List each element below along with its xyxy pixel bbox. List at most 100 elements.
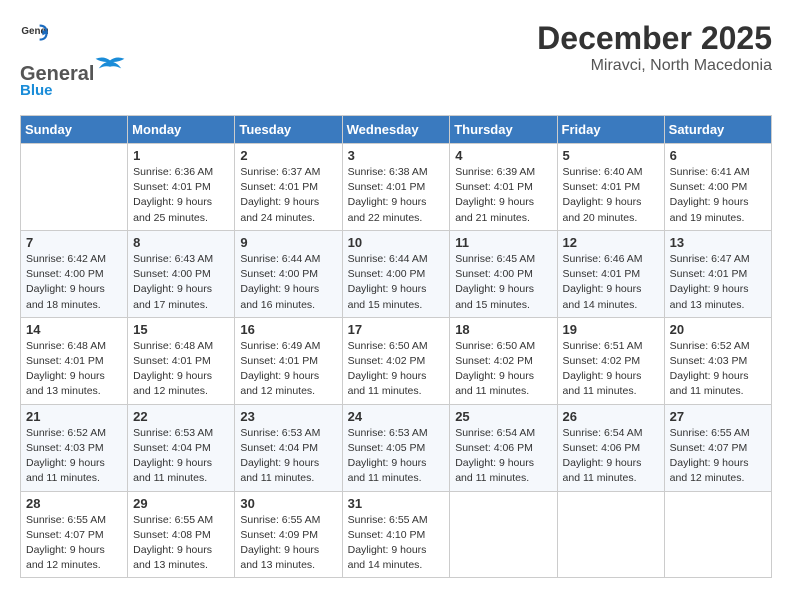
day-number: 30 bbox=[240, 496, 336, 511]
day-number: 28 bbox=[26, 496, 122, 511]
calendar-cell: 26 Sunrise: 6:54 AMSunset: 4:06 PMDayligh… bbox=[557, 404, 664, 491]
calendar-cell: 15 Sunrise: 6:48 AMSunset: 4:01 PMDayligh… bbox=[128, 317, 235, 404]
calendar-cell: 12 Sunrise: 6:46 AMSunset: 4:01 PMDayligh… bbox=[557, 230, 664, 317]
calendar-cell: 17 Sunrise: 6:50 AMSunset: 4:02 PMDayligh… bbox=[342, 317, 450, 404]
day-info: Sunrise: 6:38 AMSunset: 4:01 PMDaylight:… bbox=[348, 165, 445, 226]
day-number: 6 bbox=[670, 148, 766, 163]
day-number: 26 bbox=[563, 409, 659, 424]
day-info: Sunrise: 6:44 AMSunset: 4:00 PMDaylight:… bbox=[348, 252, 445, 313]
logo-icon: General bbox=[20, 20, 48, 48]
calendar-cell: 25 Sunrise: 6:54 AMSunset: 4:06 PMDayligh… bbox=[450, 404, 557, 491]
calendar-week-2: 7 Sunrise: 6:42 AMSunset: 4:00 PMDaylight… bbox=[21, 230, 772, 317]
day-number: 21 bbox=[26, 409, 122, 424]
calendar-cell: 5 Sunrise: 6:40 AMSunset: 4:01 PMDaylight… bbox=[557, 144, 664, 231]
day-number: 13 bbox=[670, 235, 766, 250]
day-number: 18 bbox=[455, 322, 551, 337]
calendar-cell: 30 Sunrise: 6:55 AMSunset: 4:09 PMDayligh… bbox=[235, 491, 342, 578]
calendar-cell: 6Sunrise: 6:41 AMSunset: 4:00 PMDaylight… bbox=[664, 144, 771, 231]
calendar-cell: 4Sunrise: 6:39 AMSunset: 4:01 PMDaylight… bbox=[450, 144, 557, 231]
day-header-saturday: Saturday bbox=[664, 116, 771, 144]
day-number: 11 bbox=[455, 235, 551, 250]
day-header-sunday: Sunday bbox=[21, 116, 128, 144]
day-info: Sunrise: 6:36 AMSunset: 4:01 PMDaylight:… bbox=[133, 165, 229, 226]
calendar-cell: 23Sunrise: 6:53 AMSunset: 4:04 PMDayligh… bbox=[235, 404, 342, 491]
title-block: December 2025 Miravci, North Macedonia bbox=[537, 20, 772, 75]
calendar-week-3: 14 Sunrise: 6:48 AMSunset: 4:01 PMDayligh… bbox=[21, 317, 772, 404]
calendar-cell: 7 Sunrise: 6:42 AMSunset: 4:00 PMDaylight… bbox=[21, 230, 128, 317]
calendar-header-row: SundayMondayTuesdayWednesdayThursdayFrid… bbox=[21, 116, 772, 144]
day-number: 8 bbox=[133, 235, 229, 250]
calendar-cell bbox=[557, 491, 664, 578]
day-number: 17 bbox=[348, 322, 445, 337]
calendar-cell: 2Sunrise: 6:37 AMSunset: 4:01 PMDaylight… bbox=[235, 144, 342, 231]
calendar-cell: 13Sunrise: 6:47 AMSunset: 4:01 PMDayligh… bbox=[664, 230, 771, 317]
day-number: 23 bbox=[240, 409, 336, 424]
day-header-tuesday: Tuesday bbox=[235, 116, 342, 144]
day-number: 7 bbox=[26, 235, 122, 250]
day-number: 31 bbox=[348, 496, 445, 511]
day-info: Sunrise: 6:52 AMSunset: 4:03 PMDaylight:… bbox=[670, 339, 766, 400]
page-header: General General Blue December 2025 Mirav… bbox=[20, 20, 772, 99]
day-number: 14 bbox=[26, 322, 122, 337]
calendar-cell: 20Sunrise: 6:52 AMSunset: 4:03 PMDayligh… bbox=[664, 317, 771, 404]
day-info: Sunrise: 6:53 AMSunset: 4:05 PMDaylight:… bbox=[348, 426, 445, 487]
day-info: Sunrise: 6:48 AMSunset: 4:01 PMDaylight:… bbox=[133, 339, 229, 400]
calendar-cell: 3Sunrise: 6:38 AMSunset: 4:01 PMDaylight… bbox=[342, 144, 450, 231]
day-number: 5 bbox=[563, 148, 659, 163]
day-info: Sunrise: 6:51 AMSunset: 4:02 PMDaylight:… bbox=[563, 339, 659, 400]
day-info: Sunrise: 6:50 AMSunset: 4:02 PMDaylight:… bbox=[455, 339, 551, 400]
day-number: 19 bbox=[563, 322, 659, 337]
day-info: Sunrise: 6:49 AMSunset: 4:01 PMDaylight:… bbox=[240, 339, 336, 400]
month-year-title: December 2025 bbox=[537, 20, 772, 57]
calendar-cell: 9 Sunrise: 6:44 AMSunset: 4:00 PMDaylight… bbox=[235, 230, 342, 317]
calendar-cell: 19 Sunrise: 6:51 AMSunset: 4:02 PMDayligh… bbox=[557, 317, 664, 404]
calendar-cell: 1 Sunrise: 6:36 AMSunset: 4:01 PMDaylight… bbox=[128, 144, 235, 231]
day-info: Sunrise: 6:42 AMSunset: 4:00 PMDaylight:… bbox=[26, 252, 122, 313]
day-info: Sunrise: 6:45 AMSunset: 4:00 PMDaylight:… bbox=[455, 252, 551, 313]
calendar-cell: 28 Sunrise: 6:55 AMSunset: 4:07 PMDayligh… bbox=[21, 491, 128, 578]
day-info: Sunrise: 6:40 AMSunset: 4:01 PMDaylight:… bbox=[563, 165, 659, 226]
day-number: 25 bbox=[455, 409, 551, 424]
day-info: Sunrise: 6:44 AMSunset: 4:00 PMDaylight:… bbox=[240, 252, 336, 313]
day-number: 1 bbox=[133, 148, 229, 163]
day-header-monday: Monday bbox=[128, 116, 235, 144]
calendar-cell bbox=[664, 491, 771, 578]
day-info: Sunrise: 6:50 AMSunset: 4:02 PMDaylight:… bbox=[348, 339, 445, 400]
day-number: 9 bbox=[240, 235, 336, 250]
day-info: Sunrise: 6:54 AMSunset: 4:06 PMDaylight:… bbox=[563, 426, 659, 487]
day-number: 29 bbox=[133, 496, 229, 511]
calendar-week-1: 1 Sunrise: 6:36 AMSunset: 4:01 PMDaylight… bbox=[21, 144, 772, 231]
day-number: 16 bbox=[240, 322, 336, 337]
day-info: Sunrise: 6:55 AMSunset: 4:07 PMDaylight:… bbox=[26, 513, 122, 574]
calendar-week-5: 28 Sunrise: 6:55 AMSunset: 4:07 PMDayligh… bbox=[21, 491, 772, 578]
calendar-cell: 10Sunrise: 6:44 AMSunset: 4:00 PMDayligh… bbox=[342, 230, 450, 317]
calendar-cell: 24Sunrise: 6:53 AMSunset: 4:05 PMDayligh… bbox=[342, 404, 450, 491]
day-number: 2 bbox=[240, 148, 336, 163]
calendar-cell: 11 Sunrise: 6:45 AMSunset: 4:00 PMDayligh… bbox=[450, 230, 557, 317]
day-info: Sunrise: 6:46 AMSunset: 4:01 PMDaylight:… bbox=[563, 252, 659, 313]
calendar-cell bbox=[450, 491, 557, 578]
calendar-cell: 21 Sunrise: 6:52 AMSunset: 4:03 PMDayligh… bbox=[21, 404, 128, 491]
day-info: Sunrise: 6:53 AMSunset: 4:04 PMDaylight:… bbox=[133, 426, 229, 487]
calendar-cell: 8 Sunrise: 6:43 AMSunset: 4:00 PMDaylight… bbox=[128, 230, 235, 317]
day-header-friday: Friday bbox=[557, 116, 664, 144]
day-number: 12 bbox=[563, 235, 659, 250]
logo-bird-icon bbox=[94, 52, 126, 80]
day-info: Sunrise: 6:54 AMSunset: 4:06 PMDaylight:… bbox=[455, 426, 551, 487]
day-number: 15 bbox=[133, 322, 229, 337]
calendar-table: SundayMondayTuesdayWednesdayThursdayFrid… bbox=[20, 115, 772, 578]
calendar-cell: 16 Sunrise: 6:49 AMSunset: 4:01 PMDayligh… bbox=[235, 317, 342, 404]
day-info: Sunrise: 6:43 AMSunset: 4:00 PMDaylight:… bbox=[133, 252, 229, 313]
day-info: Sunrise: 6:48 AMSunset: 4:01 PMDaylight:… bbox=[26, 339, 122, 400]
calendar-cell: 18 Sunrise: 6:50 AMSunset: 4:02 PMDayligh… bbox=[450, 317, 557, 404]
day-info: Sunrise: 6:55 AMSunset: 4:10 PMDaylight:… bbox=[348, 513, 445, 574]
calendar-body: 1 Sunrise: 6:36 AMSunset: 4:01 PMDaylight… bbox=[21, 144, 772, 578]
calendar-cell: 14 Sunrise: 6:48 AMSunset: 4:01 PMDayligh… bbox=[21, 317, 128, 404]
calendar-cell: 22Sunrise: 6:53 AMSunset: 4:04 PMDayligh… bbox=[128, 404, 235, 491]
calendar-cell: 31 Sunrise: 6:55 AMSunset: 4:10 PMDayligh… bbox=[342, 491, 450, 578]
day-info: Sunrise: 6:52 AMSunset: 4:03 PMDaylight:… bbox=[26, 426, 122, 487]
calendar-week-4: 21 Sunrise: 6:52 AMSunset: 4:03 PMDayligh… bbox=[21, 404, 772, 491]
day-info: Sunrise: 6:39 AMSunset: 4:01 PMDaylight:… bbox=[455, 165, 551, 226]
calendar-cell bbox=[21, 144, 128, 231]
day-info: Sunrise: 6:55 AMSunset: 4:09 PMDaylight:… bbox=[240, 513, 336, 574]
